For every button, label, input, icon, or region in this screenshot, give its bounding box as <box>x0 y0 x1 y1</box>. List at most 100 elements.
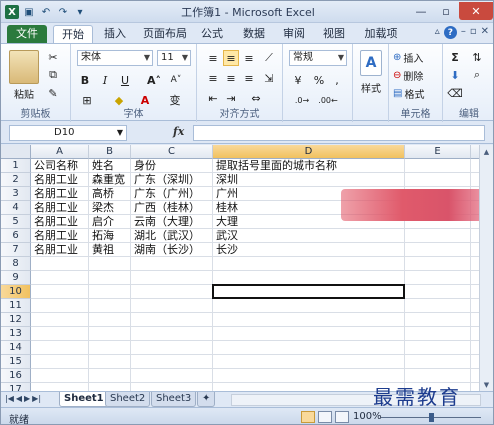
close-icon[interactable]: ✕ <box>459 2 493 20</box>
format-painter-icon[interactable]: ✎ <box>45 86 61 100</box>
align-bottom-icon[interactable]: ≡ <box>241 50 257 66</box>
scroll-up-icon[interactable]: ▲ <box>480 145 493 158</box>
font-name-select[interactable]: 宋体 ▼ <box>77 50 153 66</box>
cell-a5[interactable]: 名朋工业 <box>31 215 93 229</box>
tab-formulas[interactable]: 公式 <box>197 25 227 43</box>
increase-decimal-icon[interactable]: .0→ <box>291 92 313 108</box>
column-header-e[interactable]: E <box>405 145 471 159</box>
row-header-16[interactable]: 16 <box>1 369 31 383</box>
cell-c6[interactable]: 湖北（武汉） <box>131 229 217 243</box>
paste-icon[interactable] <box>9 50 39 84</box>
column-header-c[interactable]: C <box>131 145 213 159</box>
tab-review[interactable]: 审阅 <box>279 25 309 43</box>
maximize-icon[interactable]: ▫ <box>434 2 458 20</box>
cell-a6[interactable]: 名朋工业 <box>31 229 93 243</box>
row-header-17[interactable]: 17 <box>1 383 31 391</box>
cell-d2[interactable]: 深圳 <box>213 173 405 187</box>
tab-data[interactable]: 数据 <box>237 25 271 43</box>
sheet-tab-sheet3[interactable]: Sheet3 <box>151 392 197 407</box>
grow-font-icon[interactable]: A˄ <box>145 72 163 88</box>
currency-icon[interactable]: ¥ <box>289 72 307 88</box>
cell-a2[interactable]: 名朋工业 <box>31 173 93 187</box>
row-header-13[interactable]: 13 <box>1 327 31 341</box>
sheet-tab-sheet2[interactable]: Sheet2 <box>105 392 151 407</box>
page-break-view-icon[interactable] <box>335 411 349 423</box>
cell-d1[interactable]: 提取括号里面的城市名称 <box>213 159 405 173</box>
cell-c2[interactable]: 广东（深圳） <box>131 173 217 187</box>
clear-icon[interactable]: ⌫ <box>447 86 463 100</box>
cell-c1[interactable]: 身份 <box>131 159 217 173</box>
cut-icon[interactable]: ✂ <box>45 50 61 64</box>
align-middle-icon[interactable]: ≡ <box>223 50 239 66</box>
zoom-slider[interactable] <box>381 413 481 422</box>
active-cell-d10[interactable] <box>212 284 405 299</box>
cell-b1[interactable]: 姓名 <box>89 159 135 173</box>
format-cells-button[interactable]: ▤ 格式 <box>393 86 441 101</box>
styles-button[interactable]: 样式 <box>355 80 387 95</box>
tab-page-layout[interactable]: 页面布局 <box>139 25 191 43</box>
merge-center-icon[interactable]: ⇔ <box>245 90 267 106</box>
last-sheet-icon[interactable]: ▶| <box>32 394 41 403</box>
minimize-icon[interactable]: — <box>409 2 433 20</box>
row-header-5[interactable]: 5 <box>1 215 31 229</box>
cell-a3[interactable]: 名朋工业 <box>31 187 93 201</box>
shrink-font-icon[interactable]: A˅ <box>167 72 185 88</box>
decrease-decimal-icon[interactable]: .00← <box>317 92 339 108</box>
autosum-button[interactable]: Σ <box>447 50 463 64</box>
percent-button[interactable]: % <box>311 72 327 88</box>
underline-button[interactable]: U <box>117 72 133 88</box>
doc-restore-icon[interactable]: ▫ <box>470 26 477 39</box>
cell-d7[interactable]: 长沙 <box>213 243 405 257</box>
name-box[interactable]: D10 ▼ <box>9 125 127 141</box>
zoom-slider-thumb[interactable] <box>429 413 434 422</box>
zoom-level[interactable]: 100% <box>353 411 382 422</box>
tab-file[interactable]: 文件 <box>7 25 47 43</box>
prev-sheet-icon[interactable]: ◀ <box>16 394 22 403</box>
doc-close-icon[interactable]: ✕ <box>481 26 489 39</box>
comma-button[interactable]: , <box>329 72 345 88</box>
increase-indent-icon[interactable]: ⇥ <box>223 90 239 106</box>
cell-c3[interactable]: 广东（广州） <box>131 187 217 201</box>
column-header-d[interactable]: D <box>213 145 405 159</box>
bold-button[interactable]: B <box>77 72 93 88</box>
align-right-icon[interactable]: ≡ <box>241 70 257 86</box>
align-left-icon[interactable]: ≡ <box>205 70 221 86</box>
select-all-corner[interactable] <box>1 145 31 159</box>
row-header-1[interactable]: 1 <box>1 159 31 173</box>
styles-icon[interactable]: A <box>360 50 382 76</box>
row-header-9[interactable]: 9 <box>1 271 31 285</box>
row-header-2[interactable]: 2 <box>1 173 31 187</box>
find-select-icon[interactable]: ⌕ <box>469 68 485 82</box>
cell-a7[interactable]: 名朋工业 <box>31 243 93 257</box>
row-header-6[interactable]: 6 <box>1 229 31 243</box>
decrease-indent-icon[interactable]: ⇤ <box>205 90 221 106</box>
align-top-icon[interactable]: ≡ <box>205 50 221 66</box>
scroll-down-icon[interactable]: ▼ <box>480 378 493 391</box>
cell-a1[interactable]: 公司名称 <box>31 159 93 173</box>
insert-cells-button[interactable]: ⊕ 插入 <box>393 50 441 65</box>
font-size-select[interactable]: 11 ▼ <box>157 50 191 66</box>
worksheet-grid[interactable]: ABCDE 1 2 3 4 5 6 7 8 9 10 11 12 13 14 15 16 17 公司名称 姓名 身份… <box>1 145 493 391</box>
wrap-text-icon[interactable]: ⇲ <box>261 70 277 86</box>
page-layout-view-icon[interactable] <box>318 411 332 423</box>
italic-button[interactable]: I <box>97 72 113 88</box>
cell-b6[interactable]: 拓海 <box>89 229 135 243</box>
normal-view-icon[interactable] <box>301 411 315 423</box>
row-header-7[interactable]: 7 <box>1 243 31 257</box>
row-header-11[interactable]: 11 <box>1 299 31 313</box>
row-header-3[interactable]: 3 <box>1 187 31 201</box>
cell-a4[interactable]: 名朋工业 <box>31 201 93 215</box>
column-header-b[interactable]: B <box>89 145 131 159</box>
row-header-8[interactable]: 8 <box>1 257 31 271</box>
tab-insert[interactable]: 插入 <box>97 25 133 43</box>
formula-input[interactable] <box>193 125 485 141</box>
row-header-4[interactable]: 4 <box>1 201 31 215</box>
row-header-10[interactable]: 10 <box>1 285 31 299</box>
copy-icon[interactable]: ⧉ <box>45 68 61 82</box>
cell-b4[interactable]: 梁杰 <box>89 201 135 215</box>
orientation-icon[interactable]: ⟋ <box>261 50 277 66</box>
sort-filter-icon[interactable]: ⇅ <box>469 50 485 64</box>
cell-c5[interactable]: 云南（大理） <box>131 215 217 229</box>
row-header-12[interactable]: 12 <box>1 313 31 327</box>
first-sheet-icon[interactable]: |◀ <box>5 394 14 403</box>
